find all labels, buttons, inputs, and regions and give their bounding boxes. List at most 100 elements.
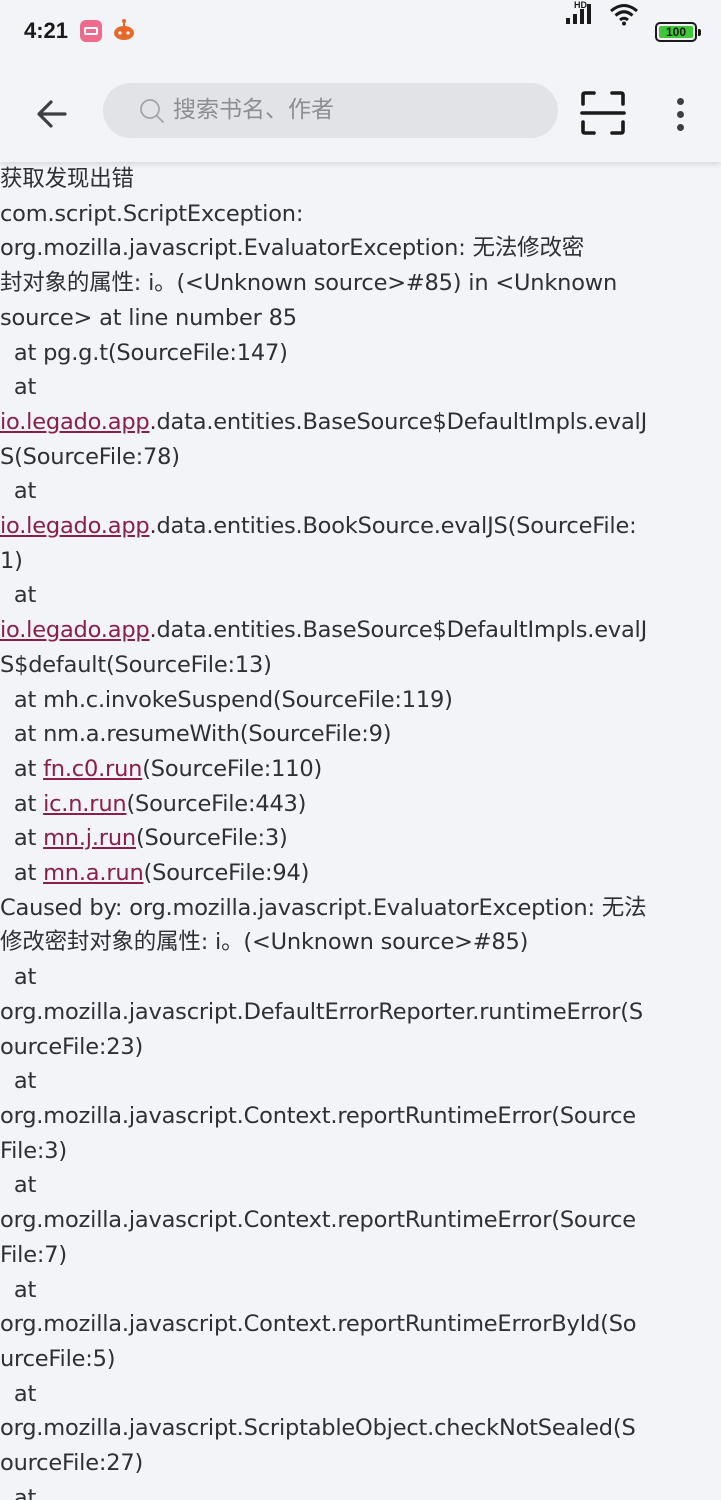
log-text: 1): [0, 547, 23, 574]
log-text: at: [0, 790, 44, 817]
log-line: File:3): [0, 1134, 721, 1169]
log-text: File:3): [0, 1137, 67, 1164]
more-dot-icon: [676, 123, 684, 131]
log-line: at ic.n.run(SourceFile:443): [0, 787, 721, 822]
log-link[interactable]: io.legado.app: [0, 409, 150, 435]
log-text: at: [0, 964, 37, 991]
log-line: Caused by: org.mozilla.javascript.Evalua…: [0, 891, 721, 926]
log-line: at pg.g.t(SourceFile:147): [0, 336, 721, 371]
log-line: at: [0, 474, 721, 509]
log-line: urceFile:5): [0, 1342, 721, 1377]
log-line: at: [0, 1168, 721, 1203]
log-line: 1): [0, 544, 721, 579]
scan-button[interactable]: [578, 88, 628, 138]
log-line: at: [0, 370, 721, 405]
error-log: 获取发现出错 com.script.ScriptException: org.moz…: [0, 162, 721, 1500]
log-link[interactable]: io.legado.app: [0, 617, 150, 643]
log-text: org.mozilla.javascript.ScriptableObject.…: [0, 1415, 636, 1442]
wifi-icon: [609, 2, 639, 30]
log-line: com.script.ScriptException:: [0, 197, 721, 232]
log-link[interactable]: io.legado.app: [0, 513, 150, 539]
battery-icon: 100: [655, 22, 701, 42]
log-line: at: [0, 1481, 721, 1500]
log-text: org.mozilla.javascript.Context.reportRun…: [0, 1207, 636, 1234]
log-text: File:7): [0, 1241, 67, 1268]
log-line: at mh.c.invokeSuspend(SourceFile:119): [0, 683, 721, 718]
log-line: io.legado.app.data.entities.BookSource.e…: [0, 509, 721, 544]
log-line: io.legado.app.data.entities.BaseSource$D…: [0, 405, 721, 440]
notification-app-icon: [112, 18, 136, 42]
log-text: at: [0, 1276, 37, 1303]
log-link[interactable]: fn.c0.run: [43, 756, 142, 782]
log-text: (SourceFile:110): [142, 755, 323, 782]
log-text: .data.entities.BookSource.evalJS(SourceF…: [149, 513, 637, 540]
log-text: org.mozilla.javascript.Context.reportRun…: [0, 1102, 636, 1129]
bilibili-app-icon: [80, 20, 102, 42]
log-line: org.mozilla.javascript.Context.reportRun…: [0, 1307, 721, 1342]
log-text: (SourceFile:3): [135, 825, 288, 852]
back-button[interactable]: [28, 90, 76, 138]
log-line: org.mozilla.javascript.ScriptableObject.…: [0, 1411, 721, 1446]
log-text: at pg.g.t(SourceFile:147): [0, 339, 288, 366]
log-line: org.mozilla.javascript.Context.reportRun…: [0, 1099, 721, 1134]
log-text: (SourceFile:94): [143, 860, 310, 887]
log-text: at mh.c.invokeSuspend(SourceFile:119): [0, 686, 453, 713]
log-line: 修改密封对象的属性: i。(<Unknown source>#85): [0, 925, 721, 960]
log-text: .data.entities.BaseSource$DefaultImpls.e…: [149, 408, 648, 435]
log-text: com.script.ScriptException:: [0, 200, 304, 227]
log-link[interactable]: mn.a.run: [43, 860, 144, 886]
log-text: (SourceFile:443): [126, 790, 307, 817]
log-line: ourceFile:27): [0, 1446, 721, 1481]
log-text: at: [0, 825, 44, 852]
log-line: 封对象的属性: i。(<Unknown source>#85) in <Unkn…: [0, 266, 721, 301]
status-time: 4:21: [24, 18, 69, 43]
log-text: 获取发现出错: [0, 166, 134, 192]
log-text: S(SourceFile:78): [0, 443, 180, 470]
log-text: source> at line number 85: [0, 304, 297, 331]
log-text: 修改密封对象的属性: i。(<Unknown source>#85): [0, 929, 529, 956]
log-line: io.legado.app.data.entities.BaseSource$D…: [0, 613, 721, 648]
log-line: ourceFile:23): [0, 1030, 721, 1065]
status-bar: 4:21 HD 100: [0, 0, 721, 64]
log-text: ourceFile:23): [0, 1033, 144, 1060]
log-text: urceFile:5): [0, 1345, 116, 1372]
log-text: at: [0, 582, 37, 609]
log-text: at: [0, 374, 37, 401]
log-link[interactable]: mn.j.run: [43, 825, 136, 851]
log-text: at: [0, 1484, 37, 1500]
signal-icon: [565, 2, 593, 30]
log-text: at: [0, 755, 44, 782]
log-text: at: [0, 1380, 37, 1407]
log-line: at: [0, 578, 721, 613]
log-text: at: [0, 860, 44, 887]
log-text: Caused by: org.mozilla.javascript.Evalua…: [0, 894, 647, 921]
log-line: File:7): [0, 1238, 721, 1273]
log-line: at mn.j.run(SourceFile:3): [0, 821, 721, 856]
log-line: at: [0, 960, 721, 995]
log-text: S$default(SourceFile:13): [0, 651, 272, 678]
more-options-button[interactable]: [664, 90, 696, 138]
log-text: at: [0, 1172, 37, 1199]
search-placeholder: 搜索书名、作者: [173, 97, 334, 123]
log-line: org.mozilla.javascript.Context.reportRun…: [0, 1203, 721, 1238]
log-text: org.mozilla.javascript.DefaultErrorRepor…: [0, 998, 643, 1025]
log-text: .data.entities.BaseSource$DefaultImpls.e…: [149, 617, 648, 644]
log-line: S$default(SourceFile:13): [0, 648, 721, 683]
log-line: at mn.a.run(SourceFile:94): [0, 856, 721, 891]
log-text: org.mozilla.javascript.EvaluatorExceptio…: [0, 235, 585, 262]
search-toolbar: 搜索书名、作者: [0, 64, 721, 162]
log-text: ourceFile:27): [0, 1450, 144, 1477]
arrow-left-icon: [37, 100, 67, 128]
scan-icon: [580, 91, 626, 135]
search-icon: [139, 98, 165, 128]
log-line: 获取发现出错: [0, 162, 721, 197]
log-line: at: [0, 1064, 721, 1099]
search-input[interactable]: 搜索书名、作者: [103, 83, 558, 138]
log-text: at: [0, 1068, 37, 1095]
log-text: at: [0, 478, 37, 505]
log-line: S(SourceFile:78): [0, 440, 721, 475]
log-text: 封对象的属性: i。(<Unknown source>#85) in <Unkn…: [0, 270, 618, 297]
log-text: org.mozilla.javascript.Context.reportRun…: [0, 1311, 637, 1338]
log-link[interactable]: ic.n.run: [43, 791, 127, 817]
battery-group: 100: [651, 18, 701, 46]
